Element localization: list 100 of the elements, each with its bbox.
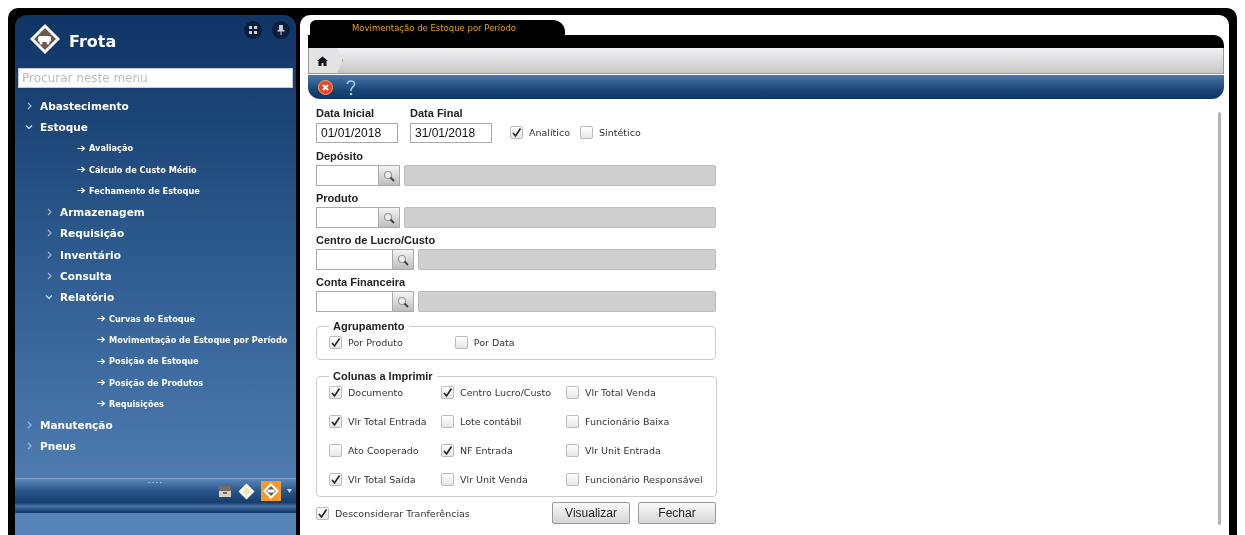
checkbox[interactable] [566,444,579,457]
menu-item[interactable]: Cálculo de Custo Médio [15,158,296,181]
menu-item[interactable]: Relatório [15,286,296,308]
menu-item[interactable]: Armazenagem [15,201,296,223]
chevron-icon [25,122,33,131]
checkbox[interactable] [329,415,342,428]
menu-item[interactable]: Consulta [15,265,296,287]
search-field[interactable]: Procurar neste menu [18,68,293,88]
code-field[interactable] [316,291,392,312]
search-icon [382,211,396,224]
menu-item[interactable]: Inventário [15,244,296,266]
lookup-button[interactable] [378,165,400,186]
lookup-button[interactable] [378,207,400,228]
pin-icon[interactable] [272,21,290,39]
checkbox[interactable] [510,126,523,139]
checkbox[interactable] [316,506,329,520]
scrollbar[interactable] [1218,112,1221,525]
logo-icon [29,23,61,55]
chevron-icon [45,229,53,238]
checkbox-label: Centro Lucro/Custo [460,387,551,398]
diamond-icon[interactable] [238,482,255,500]
checkbox[interactable] [441,415,454,428]
date-field[interactable]: 01/01/2018 [316,123,398,143]
menu-item[interactable]: Requisição [15,222,296,245]
code-field[interactable] [316,165,378,186]
checkbox[interactable] [454,336,468,349]
arrow-icon [77,166,86,174]
lookup-button[interactable] [392,249,414,270]
checkbox-label: Sintético [599,127,641,138]
arrow-icon [97,357,106,365]
checkbox-label: Funcionário Baixa [585,416,670,427]
chevron-icon [45,250,53,259]
checkbox-label: Ato Cooperado [348,445,419,456]
action-button[interactable]: Visualizar [552,502,630,524]
checkbox[interactable] [329,336,342,349]
checkbox[interactable] [441,386,454,399]
menu-item[interactable]: Fechamento de Estoque [15,180,296,202]
arrow-icon [97,379,106,386]
logo-icon[interactable] [261,481,281,501]
field-label: Data Inicial [316,107,376,120]
checkbox[interactable] [441,444,454,457]
arrow-icon [77,187,86,195]
checkbox[interactable] [566,386,579,399]
checkbox-label: Vlr Total Saída [348,474,416,485]
menu-item[interactable]: Pneus [15,435,296,458]
arrow-icon [77,144,86,152]
grid-icon[interactable] [244,21,262,39]
menu-item[interactable]: Movimentação de Estoque por Período [15,329,296,351]
code-field[interactable] [316,207,378,228]
box-icon[interactable] [218,484,232,498]
checkbox[interactable] [441,473,454,486]
checkbox[interactable] [329,444,342,457]
checkbox-label: Vlr Total Venda [585,387,656,398]
checkbox[interactable] [580,126,594,139]
checkbox[interactable] [566,415,579,428]
search-icon [396,253,410,266]
panel-title: Colunas a Imprimir [332,370,434,382]
action-button[interactable]: Fechar [638,502,716,524]
checkbox[interactable] [566,473,579,486]
checkbox-label: Vlr Unit Venda [460,474,528,485]
menu-item[interactable]: Requisições [15,393,296,415]
menu-item[interactable]: Abastecimento [15,95,296,117]
menu-item[interactable]: Posição de Produtos [15,371,296,394]
menu-item[interactable]: Manutenção [15,414,296,436]
app-title: Frota [69,31,117,51]
caret-icon[interactable] [287,489,292,493]
arrow-icon [97,315,106,323]
checkbox-label: Vlr Total Entrada [348,416,427,427]
chevron-icon [25,421,33,430]
chevron-icon [45,208,53,217]
checkbox-label: Documento [348,387,404,398]
menu-item[interactable]: Posição de Estoque [15,350,296,372]
checkbox[interactable] [329,473,342,486]
checkbox-label: Lote contábil [460,416,522,427]
checkbox-label: Desconsiderar Tranferências [335,507,470,519]
field-label: Conta Financeira [316,276,407,289]
tab[interactable]: Movimentação de Estoque por Período [310,20,565,35]
checkbox[interactable] [329,386,342,399]
date-field[interactable]: 31/01/2018 [410,123,492,143]
menu-item[interactable]: Estoque [15,116,296,138]
search-icon [382,169,396,182]
field-label: Data Final [410,107,464,120]
chevron-icon [45,293,53,302]
resize-handle[interactable]: .... [147,476,164,485]
arrow-icon [97,400,106,408]
panel-title: Agrupamento [332,320,406,332]
field-label: Depósito [316,150,365,163]
close-icon[interactable] [318,79,333,95]
checkbox-label: Por Data [473,337,515,348]
checkbox-label: Funcionário Responsável [585,474,703,485]
menu-item[interactable]: Avaliação [15,137,296,159]
chevron-icon [25,101,33,110]
field-label: Centro de Lucro/Custo [316,234,437,247]
lookup-button[interactable] [392,291,414,312]
arrow-icon [97,336,106,344]
menu-item[interactable]: Curvas do Estoque [15,307,296,330]
help-icon[interactable] [345,78,357,96]
chevron-icon [25,442,33,451]
code-field[interactable] [316,249,392,270]
home-icon[interactable] [317,55,328,66]
